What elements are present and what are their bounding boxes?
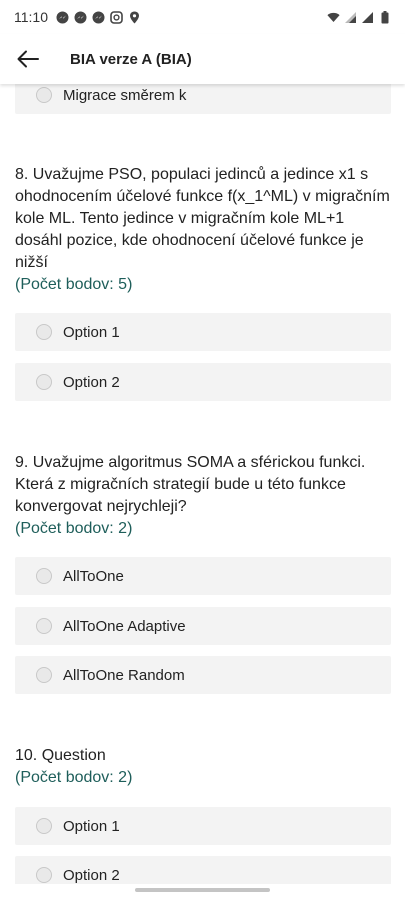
option-label: Option 2 bbox=[63, 373, 120, 391]
question-points: (Počet bodov: 2) bbox=[15, 769, 133, 786]
notification-icons bbox=[56, 10, 141, 24]
radio-button[interactable] bbox=[36, 324, 52, 340]
status-time: 11:10 bbox=[14, 9, 48, 25]
question-8-option-1[interactable]: Option 1 bbox=[15, 313, 391, 351]
signal-icon bbox=[344, 11, 357, 24]
messenger-icon bbox=[92, 11, 105, 24]
option-label: AllToOne bbox=[63, 567, 124, 585]
question-9: 9. Uvažujme algoritmus SOMA a sférickou … bbox=[15, 452, 391, 540]
radio-button[interactable] bbox=[36, 618, 52, 634]
radio-button[interactable] bbox=[36, 374, 52, 390]
option-migrace-smerem-k[interactable]: Migrace směrem k bbox=[15, 84, 391, 114]
quiz-content[interactable]: Migrace směrem k 8. Uvažujme PSO, popula… bbox=[0, 84, 405, 884]
question-10-option-2[interactable]: Option 2 bbox=[15, 856, 391, 884]
wifi-icon bbox=[327, 11, 340, 24]
question-text: 8. Uvažujme PSO, populaci jedinců a jedi… bbox=[15, 166, 390, 271]
option-label: Option 2 bbox=[63, 866, 120, 884]
radio-button[interactable] bbox=[36, 818, 52, 834]
page-title: BIA verze A (BIA) bbox=[70, 50, 192, 68]
instagram-icon bbox=[110, 10, 123, 24]
radio-button[interactable] bbox=[36, 87, 52, 103]
status-bar: 11:10 bbox=[0, 0, 405, 34]
question-8: 8. Uvažujme PSO, populaci jedinců a jedi… bbox=[15, 164, 391, 296]
home-indicator[interactable] bbox=[135, 888, 270, 892]
back-button[interactable] bbox=[0, 34, 56, 84]
arrow-left-icon bbox=[17, 50, 39, 68]
question-10: 10. Question (Počet bodov: 2) bbox=[15, 745, 391, 789]
option-label: Migrace směrem k bbox=[63, 86, 187, 104]
question-9-option-3[interactable]: AllToOne Random bbox=[15, 656, 391, 694]
question-10-option-1[interactable]: Option 1 bbox=[15, 807, 391, 845]
option-label: AllToOne Adaptive bbox=[63, 617, 186, 635]
question-points: (Počet bodov: 2) bbox=[15, 520, 133, 537]
question-8-option-2[interactable]: Option 2 bbox=[15, 363, 391, 401]
option-label: Option 1 bbox=[63, 817, 120, 835]
system-icons bbox=[327, 10, 391, 24]
messenger-icon bbox=[56, 11, 69, 24]
radio-button[interactable] bbox=[36, 867, 52, 883]
question-9-option-1[interactable]: AllToOne bbox=[15, 557, 391, 595]
battery-icon bbox=[378, 10, 391, 24]
question-points: (Počet bodov: 5) bbox=[15, 276, 133, 293]
location-icon bbox=[128, 11, 141, 24]
signal-icon bbox=[361, 11, 374, 24]
option-label: AllToOne Random bbox=[63, 666, 185, 684]
option-label: Option 1 bbox=[63, 323, 120, 341]
radio-button[interactable] bbox=[36, 667, 52, 683]
question-text: 9. Uvažujme algoritmus SOMA a sférickou … bbox=[15, 454, 366, 515]
app-bar: BIA verze A (BIA) bbox=[0, 34, 405, 84]
radio-button[interactable] bbox=[36, 568, 52, 584]
question-9-option-2[interactable]: AllToOne Adaptive bbox=[15, 607, 391, 645]
question-text: 10. Question bbox=[15, 747, 106, 764]
messenger-icon bbox=[74, 11, 87, 24]
